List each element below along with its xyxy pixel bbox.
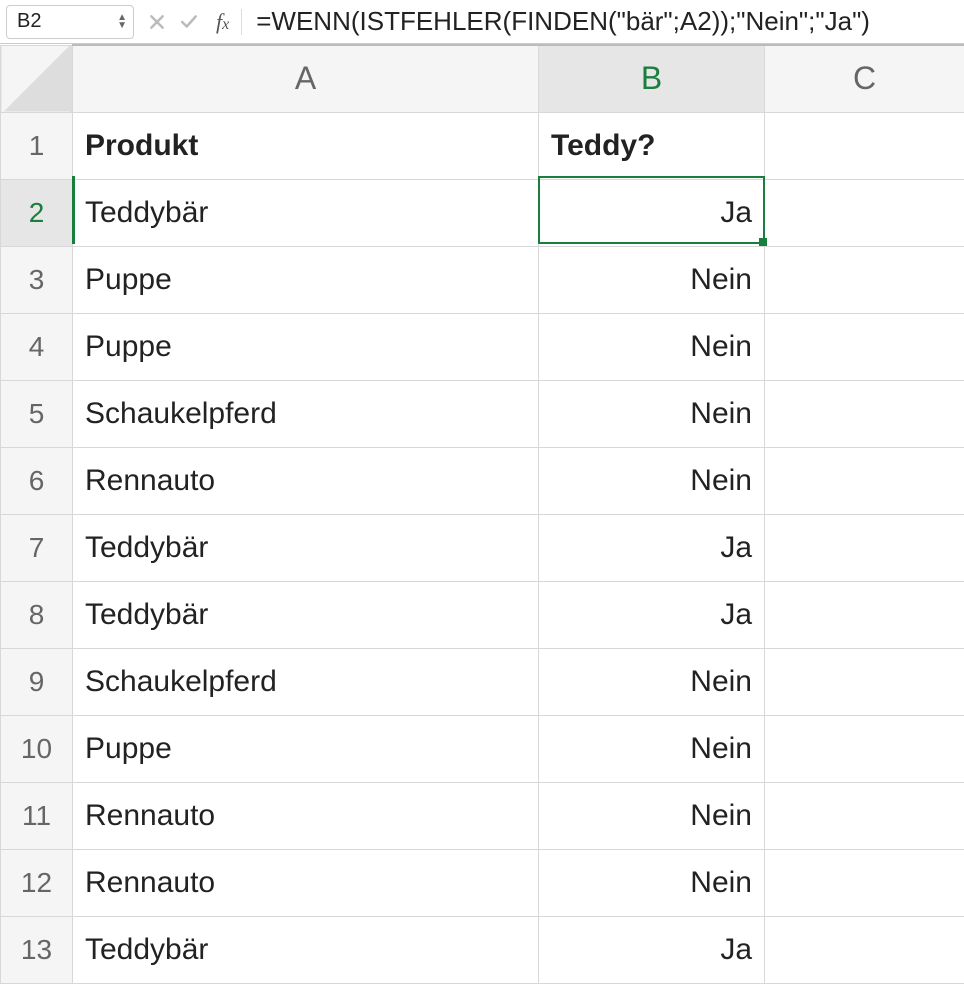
table-row: 7TeddybärJa (1, 514, 964, 581)
row-header[interactable]: 5 (1, 380, 73, 447)
table-row: 1ProduktTeddy? (1, 112, 964, 179)
cell[interactable]: Nein (539, 313, 765, 380)
column-header-B[interactable]: B (539, 45, 765, 112)
cell[interactable]: Teddy? (539, 112, 765, 179)
row-header[interactable]: 2 (1, 179, 73, 246)
cell[interactable]: Ja (539, 514, 765, 581)
row-header[interactable]: 8 (1, 581, 73, 648)
cell[interactable]: Nein (539, 380, 765, 447)
table-row: 2TeddybärJa (1, 179, 964, 246)
table-row: 13TeddybärJa (1, 916, 964, 983)
cell[interactable]: Rennauto (73, 782, 539, 849)
cell[interactable]: Ja (539, 179, 765, 246)
fx-icon[interactable]: fx (212, 9, 233, 35)
formula-bar-buttons (142, 13, 204, 31)
cell[interactable] (765, 849, 964, 916)
column-header-A[interactable]: A (73, 45, 539, 112)
table-row: 5SchaukelpferdNein (1, 380, 964, 447)
row-header[interactable]: 3 (1, 246, 73, 313)
row-header[interactable]: 9 (1, 648, 73, 715)
cell[interactable] (765, 514, 964, 581)
cell[interactable]: Nein (539, 782, 765, 849)
name-box-value: B2 (17, 10, 41, 33)
table-row: 4PuppeNein (1, 313, 964, 380)
select-all-corner[interactable] (1, 45, 73, 112)
cell[interactable]: Schaukelpferd (73, 648, 539, 715)
cell[interactable]: Nein (539, 447, 765, 514)
cell[interactable]: Puppe (73, 715, 539, 782)
formula-bar: B2 ▲ ▼ fx =WENN(ISTFEHLER(FINDEN("bär";A… (0, 0, 964, 44)
cell[interactable] (765, 313, 964, 380)
cell[interactable] (765, 648, 964, 715)
row-header[interactable]: 10 (1, 715, 73, 782)
formula-bar-separator (241, 9, 242, 35)
cell[interactable]: Teddybär (73, 514, 539, 581)
row-header[interactable]: 11 (1, 782, 73, 849)
cell[interactable]: Puppe (73, 246, 539, 313)
stepper-down-icon[interactable]: ▼ (117, 22, 127, 30)
column-header-row: A B C (1, 45, 964, 112)
cell[interactable]: Teddybär (73, 916, 539, 983)
cell[interactable] (765, 112, 964, 179)
table-row: 6RennautoNein (1, 447, 964, 514)
cell[interactable]: Ja (539, 916, 765, 983)
row-header[interactable]: 13 (1, 916, 73, 983)
cell[interactable]: Nein (539, 849, 765, 916)
name-box-stepper[interactable]: ▲ ▼ (111, 14, 127, 30)
table-row: 3PuppeNein (1, 246, 964, 313)
row-header[interactable]: 12 (1, 849, 73, 916)
cell[interactable]: Schaukelpferd (73, 380, 539, 447)
cell[interactable]: Produkt (73, 112, 539, 179)
cell[interactable] (765, 179, 964, 246)
cancel-icon[interactable] (148, 13, 166, 31)
row-header[interactable]: 1 (1, 112, 73, 179)
cell[interactable] (765, 916, 964, 983)
cell[interactable] (765, 715, 964, 782)
name-box[interactable]: B2 ▲ ▼ (6, 5, 134, 39)
formula-input[interactable]: =WENN(ISTFEHLER(FINDEN("bär";A2));"Nein"… (250, 4, 964, 39)
accept-icon[interactable] (180, 13, 198, 31)
cell[interactable] (765, 246, 964, 313)
row-header[interactable]: 7 (1, 514, 73, 581)
column-header-C[interactable]: C (765, 45, 964, 112)
spreadsheet-grid[interactable]: A B C 1ProduktTeddy?2TeddybärJa3PuppeNei… (0, 44, 964, 984)
cell[interactable]: Rennauto (73, 447, 539, 514)
cell[interactable]: Teddybär (73, 179, 539, 246)
row-header[interactable]: 6 (1, 447, 73, 514)
table-row: 10PuppeNein (1, 715, 964, 782)
table-row: 9SchaukelpferdNein (1, 648, 964, 715)
cell[interactable] (765, 447, 964, 514)
table-row: 8TeddybärJa (1, 581, 964, 648)
row-header[interactable]: 4 (1, 313, 73, 380)
cell[interactable]: Teddybär (73, 581, 539, 648)
cell[interactable]: Nein (539, 648, 765, 715)
cell[interactable]: Ja (539, 581, 765, 648)
cell[interactable]: Rennauto (73, 849, 539, 916)
cell[interactable] (765, 380, 964, 447)
cell[interactable] (765, 581, 964, 648)
cell[interactable]: Nein (539, 715, 765, 782)
cell[interactable]: Puppe (73, 313, 539, 380)
table-row: 12RennautoNein (1, 849, 964, 916)
table-row: 11RennautoNein (1, 782, 964, 849)
cell[interactable] (765, 782, 964, 849)
cell[interactable]: Nein (539, 246, 765, 313)
